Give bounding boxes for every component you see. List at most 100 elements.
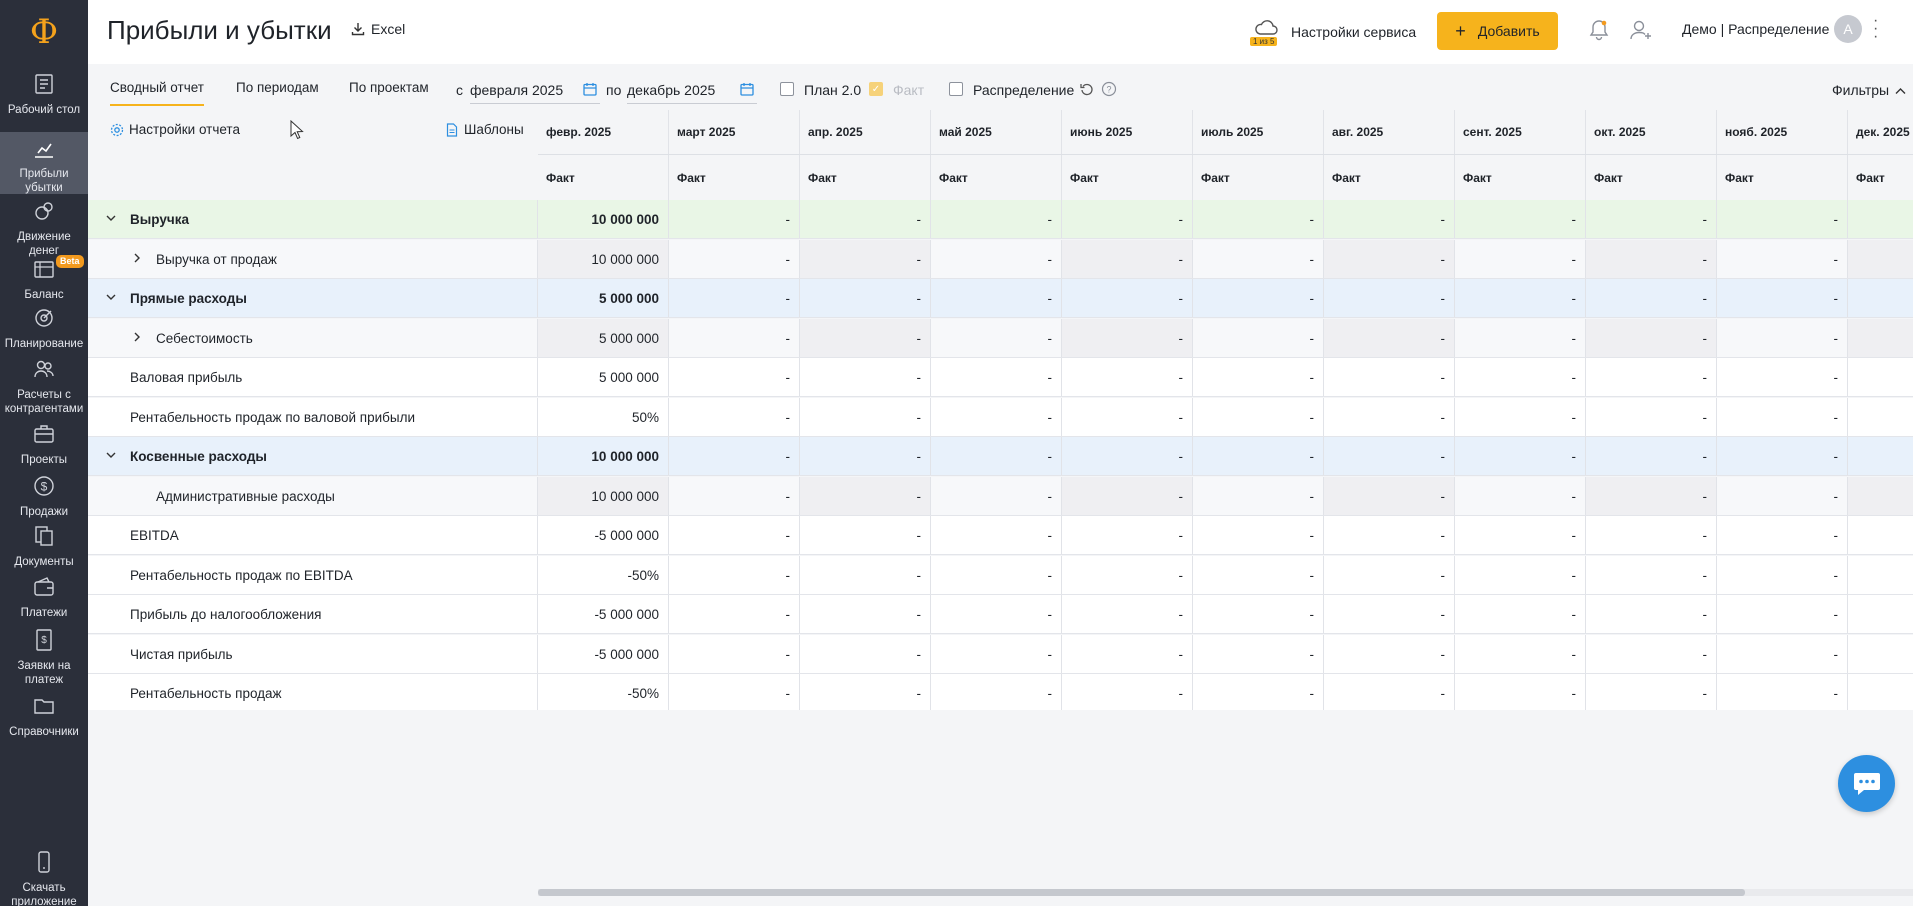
sidebar-item-label: Скачать приложение xyxy=(11,882,77,906)
date-to-field[interactable]: декабрь 2025 xyxy=(627,76,757,104)
reset-icon[interactable] xyxy=(1080,82,1094,99)
more-menu-icon[interactable]: · · · xyxy=(1873,13,1878,45)
table-cell: - xyxy=(1717,240,1848,278)
svg-text:?: ? xyxy=(1106,85,1111,95)
row-label: EBITDA xyxy=(130,527,179,543)
table-cell: - xyxy=(1324,240,1455,278)
fact-subheader: Факт xyxy=(800,155,931,200)
horizontal-scrollbar-thumb[interactable] xyxy=(538,889,1745,896)
chevron-down-icon[interactable] xyxy=(104,450,118,462)
row-label: Рентабельность продаж по валовой прибыли xyxy=(130,409,416,425)
table-row[interactable]: Прямые расходы 5 000 000- - - - - - - - - xyxy=(88,279,1913,318)
help-icon[interactable]: ? xyxy=(1101,81,1117,100)
table-cell: - xyxy=(800,556,931,594)
table-cell: - xyxy=(1062,437,1193,475)
table-cell: -50% xyxy=(538,556,669,594)
table-row[interactable]: Себестоимость 5 000 000- - - - - - - - - xyxy=(88,319,1913,358)
calendar-from-icon[interactable] xyxy=(583,82,597,99)
row-label: Валовая прибыль xyxy=(130,369,243,385)
table-cell xyxy=(1848,674,1913,710)
table-cell: - xyxy=(669,319,800,357)
table-cell: - xyxy=(800,635,931,673)
add-label: Добавить xyxy=(1477,23,1540,39)
sidebar-item-balance[interactable]: Баланс Beta xyxy=(0,253,88,305)
table-cell: - xyxy=(931,477,1062,515)
date-from-field[interactable]: февраля 2025 xyxy=(470,76,600,104)
chevron-down-icon[interactable] xyxy=(104,213,118,225)
row-label: Чистая прибыль xyxy=(130,646,233,662)
row-label-cell: Выручка xyxy=(88,200,538,238)
table-cell: - xyxy=(931,595,1062,633)
filters-toggle[interactable]: Фильтры xyxy=(1832,82,1906,98)
period-to-label: по xyxy=(606,82,622,98)
money-flow-icon xyxy=(32,199,56,230)
fact-subheader: Факт xyxy=(1324,155,1455,200)
sidebar-item-desk[interactable]: Рабочий стол xyxy=(0,68,88,124)
app-logo[interactable]: Ф xyxy=(0,0,88,64)
table-cell: 10 000 000 xyxy=(538,437,669,475)
sidebar-item-documents[interactable]: Документы xyxy=(0,520,88,572)
tab-summary-report[interactable]: Сводный отчет xyxy=(110,80,204,106)
row-label-cell: Административные расходы xyxy=(88,477,538,515)
table-cell: - xyxy=(1455,240,1586,278)
table-cell: - xyxy=(1455,477,1586,515)
table-cell: - xyxy=(1586,279,1717,317)
table-cell: - xyxy=(1193,319,1324,357)
sidebar-item-label: Баланс xyxy=(24,289,64,301)
fact-subheader: Факт xyxy=(1586,155,1717,200)
user-name[interactable]: Демо | Распределение xyxy=(1682,21,1829,37)
table-row: EBITDA -5 000 000- - - - - - - - - xyxy=(88,516,1913,555)
distribution-checkbox[interactable] xyxy=(949,82,963,96)
excel-export-button[interactable]: Excel xyxy=(351,21,405,37)
sidebar-item-chart[interactable]: Прибыли убытки xyxy=(0,132,88,194)
table-cell: - xyxy=(800,358,931,396)
table-cell xyxy=(1848,556,1913,594)
sidebar-item-dollar[interactable]: $ Продажи xyxy=(0,470,88,522)
sidebar-item-wallet[interactable]: Платежи xyxy=(0,571,88,623)
table-cell: - xyxy=(800,240,931,278)
sidebar-item-label: Проекты xyxy=(20,454,68,466)
sidebar-item-target[interactable]: Планирование xyxy=(0,302,88,354)
table-row: Административные расходы 10 000 000- - - - - -… xyxy=(88,477,1913,516)
avatar[interactable]: A xyxy=(1834,15,1862,43)
report-settings-button[interactable]: Настройки отчета xyxy=(110,122,240,137)
table-cell: - xyxy=(1717,556,1848,594)
table-row[interactable]: Косвенные расходы 10 000 000- - - - - - - - - xyxy=(88,437,1913,476)
sidebar-item-label: Справочники xyxy=(9,726,79,738)
tab-by-projects[interactable]: По проектам xyxy=(349,80,429,104)
row-label: Выручка от продаж xyxy=(156,251,277,267)
table-row: Прибыль до налогообложения -5 000 000- - - -… xyxy=(88,595,1913,634)
chevron-right-icon[interactable] xyxy=(130,332,144,345)
add-user-icon[interactable] xyxy=(1629,18,1653,45)
calendar-to-icon[interactable] xyxy=(740,82,754,99)
sidebar-item-phone[interactable]: Скачать приложение xyxy=(0,846,88,906)
people-icon xyxy=(32,357,56,388)
templates-button[interactable]: Шаблоны xyxy=(446,122,524,137)
table-row[interactable]: Выручка от продаж 10 000 000- - - - - - - - - xyxy=(88,240,1913,279)
table-row[interactable]: Выручка 10 000 000- - - - - - - - - xyxy=(88,200,1913,239)
tab-by-periods[interactable]: По периодам xyxy=(236,80,319,104)
fact-subheader: Факт xyxy=(931,155,1062,200)
chat-button[interactable] xyxy=(1838,755,1895,812)
table-cell: - xyxy=(1193,635,1324,673)
table-cell: 5 000 000 xyxy=(538,279,669,317)
table-cell: - xyxy=(1062,358,1193,396)
sidebar-item-people[interactable]: Расчеты с контрагентами xyxy=(0,353,88,421)
beta-badge: Beta xyxy=(56,255,84,268)
notifications-bell-icon[interactable] xyxy=(1588,18,1610,45)
sidebar-item-invoice[interactable]: $ Заявки на платеж xyxy=(0,624,88,692)
sidebar-item-money-flow[interactable]: Движение денег xyxy=(0,195,88,257)
sidebar-item-briefcase[interactable]: Проекты xyxy=(0,418,88,470)
table-cell: - xyxy=(1586,437,1717,475)
wallet-icon xyxy=(32,575,56,606)
plan-checkbox[interactable] xyxy=(780,82,794,96)
table-cell: - xyxy=(1324,358,1455,396)
sidebar-item-folder[interactable]: Справочники xyxy=(0,690,88,742)
add-button[interactable]: + Добавить xyxy=(1437,12,1558,50)
service-settings-button[interactable]: 1 из 5 Настройки сервиса xyxy=(1250,16,1416,48)
fact-header-row: Факт Факт Факт Факт Факт Факт Факт Факт Факт Факт… xyxy=(538,155,1913,200)
chevron-right-icon[interactable] xyxy=(130,253,144,266)
fact-checkbox: ✓ xyxy=(869,82,883,96)
chevron-down-icon[interactable] xyxy=(104,292,118,304)
table-cell: - xyxy=(1324,437,1455,475)
